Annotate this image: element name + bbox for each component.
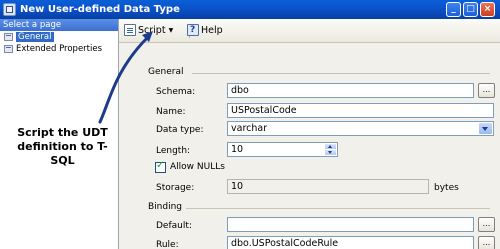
default-label: Default:: [156, 221, 192, 231]
binding-section-title: Binding: [148, 202, 183, 212]
storage-unit: bytes: [434, 183, 459, 193]
length-label: Length:: [156, 146, 191, 156]
close-icon[interactable]: ×: [480, 2, 495, 17]
allow-nulls-checkbox[interactable]: [155, 160, 166, 173]
chevron-down-icon[interactable]: ▼: [169, 24, 174, 38]
page-item-label: Extended Properties: [16, 44, 103, 54]
default-browse-button[interactable]: ...: [478, 217, 495, 232]
spin-up-icon[interactable]: [325, 144, 336, 149]
data-type-select[interactable]: varchar: [227, 121, 494, 136]
length-stepper[interactable]: 10: [227, 142, 338, 157]
properties-pane: Script▼ Help General Schema: dbo ... Nam…: [119, 19, 500, 249]
maximize-icon[interactable]: □: [463, 2, 478, 17]
minimize-icon[interactable]: _: [446, 2, 461, 17]
chevron-down-icon[interactable]: [479, 123, 492, 134]
page-item-extended-properties[interactable]: Extended Properties: [0, 43, 118, 55]
storage-field: 10: [227, 179, 429, 194]
name-label: Name:: [156, 107, 186, 117]
callout-line-2: definition to T-SQL: [17, 140, 108, 167]
page-icon: [4, 33, 13, 41]
data-type-value: varchar: [231, 123, 268, 134]
default-field[interactable]: [227, 217, 474, 232]
script-button[interactable]: Script ▼: [124, 24, 173, 38]
length-spinner[interactable]: [325, 144, 336, 155]
callout-line-1: Script the UDT: [17, 126, 108, 139]
spin-down-icon[interactable]: [325, 150, 336, 155]
script-icon: [124, 24, 136, 36]
section-divider: [192, 73, 490, 74]
rule-browse-button[interactable]: ...: [478, 236, 495, 249]
rule-label: Rule:: [156, 240, 179, 249]
callout-text: Script the UDT definition to T-SQL: [10, 126, 115, 168]
data-type-label: Data type:: [156, 125, 204, 135]
schema-browse-button[interactable]: ...: [478, 83, 495, 98]
toolbar: Script▼ Help: [119, 19, 500, 43]
window-title: New User-defined Data Type: [20, 4, 180, 15]
script-label: Script: [138, 25, 166, 36]
help-icon: [187, 23, 199, 37]
name-field[interactable]: USPostalCode: [227, 103, 494, 118]
help-button[interactable]: Help: [187, 23, 223, 38]
general-section-title: General: [148, 67, 184, 77]
select-page-header: Select a page: [0, 19, 118, 31]
length-value: 10: [231, 144, 244, 155]
rule-field[interactable]: dbo.USPostalCodeRule: [227, 236, 474, 249]
schema-label: Schema:: [156, 87, 196, 97]
window-titlebar[interactable]: New User-defined Data Type _ □ ×: [0, 0, 500, 19]
help-label: Help: [201, 25, 223, 36]
page-item-general[interactable]: General: [0, 31, 118, 43]
schema-field[interactable]: dbo: [227, 83, 474, 98]
page-item-label: General: [16, 32, 54, 42]
window-icon: [3, 3, 16, 16]
allow-nulls-label: Allow NULLs: [170, 162, 225, 172]
storage-label: Storage:: [156, 183, 195, 193]
page-icon: [4, 45, 13, 53]
section-divider: [186, 208, 490, 209]
